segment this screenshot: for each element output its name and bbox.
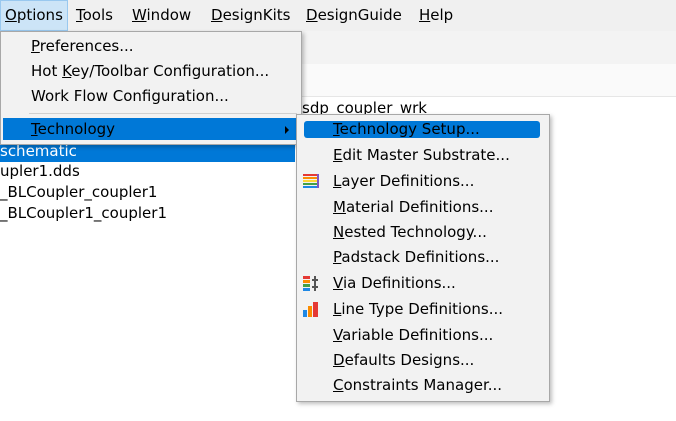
submenu-arrow-icon (285, 126, 289, 134)
menu-designguide[interactable]: DesignGuide (302, 0, 406, 31)
menu-window[interactable]: Window (128, 0, 195, 31)
layers-icon (303, 174, 319, 188)
menu-item-preferences[interactable]: Preferences... (1, 34, 301, 59)
options-dropdown: Preferences... Hot Key/Toolbar Configura… (0, 31, 302, 145)
menu-item-via-definitions[interactable]: Via Definitions... (297, 271, 547, 296)
tree-item-blcoupler1[interactable]: _BLCoupler1_coupler1 (0, 203, 167, 224)
menu-item-technology[interactable]: Technology (3, 118, 299, 140)
menu-help[interactable]: Help (415, 0, 457, 31)
menu-item-hotkey-toolbar[interactable]: Hot Key/Toolbar Configuration... (1, 59, 301, 84)
menu-options[interactable]: Options (0, 0, 68, 31)
menu-item-workflow[interactable]: Work Flow Configuration... (1, 84, 301, 109)
menu-item-defaults-designs[interactable]: Defaults Designs... (297, 348, 547, 373)
menubar: Options Tools Window DesignKits DesignGu… (0, 0, 676, 32)
menu-item-nested-technology[interactable]: Nested Technology... (297, 220, 547, 245)
menu-item-padstack-definitions[interactable]: Padstack Definitions... (297, 245, 547, 270)
menu-item-variable-definitions[interactable]: Variable Definitions... (297, 323, 547, 348)
toolbar (300, 31, 676, 65)
via-icon (303, 276, 318, 291)
menu-item-edit-master-substrate[interactable]: Edit Master Substrate... (297, 143, 547, 168)
menu-item-layer-definitions[interactable]: Layer Definitions... (297, 169, 547, 194)
menu-item-technology-setup[interactable]: Technology Setup... (304, 121, 540, 138)
menu-designkits[interactable]: DesignKits (207, 0, 295, 31)
line-type-icon (303, 302, 318, 317)
tree-item-dds[interactable]: upler1.dds (0, 161, 80, 182)
workspace-header (300, 64, 676, 97)
menu-separator (29, 113, 297, 114)
menu-tools[interactable]: Tools (72, 0, 117, 31)
technology-submenu: Technology Setup... Edit Master Substrat… (296, 114, 550, 402)
menu-item-line-type-definitions[interactable]: Line Type Definitions... (297, 297, 547, 322)
menu-item-constraints-manager[interactable]: Constraints Manager... (297, 373, 547, 398)
tree-item-blcoupler[interactable]: _BLCoupler_coupler1 (0, 182, 157, 203)
menu-item-material-definitions[interactable]: Material Definitions... (297, 195, 547, 220)
